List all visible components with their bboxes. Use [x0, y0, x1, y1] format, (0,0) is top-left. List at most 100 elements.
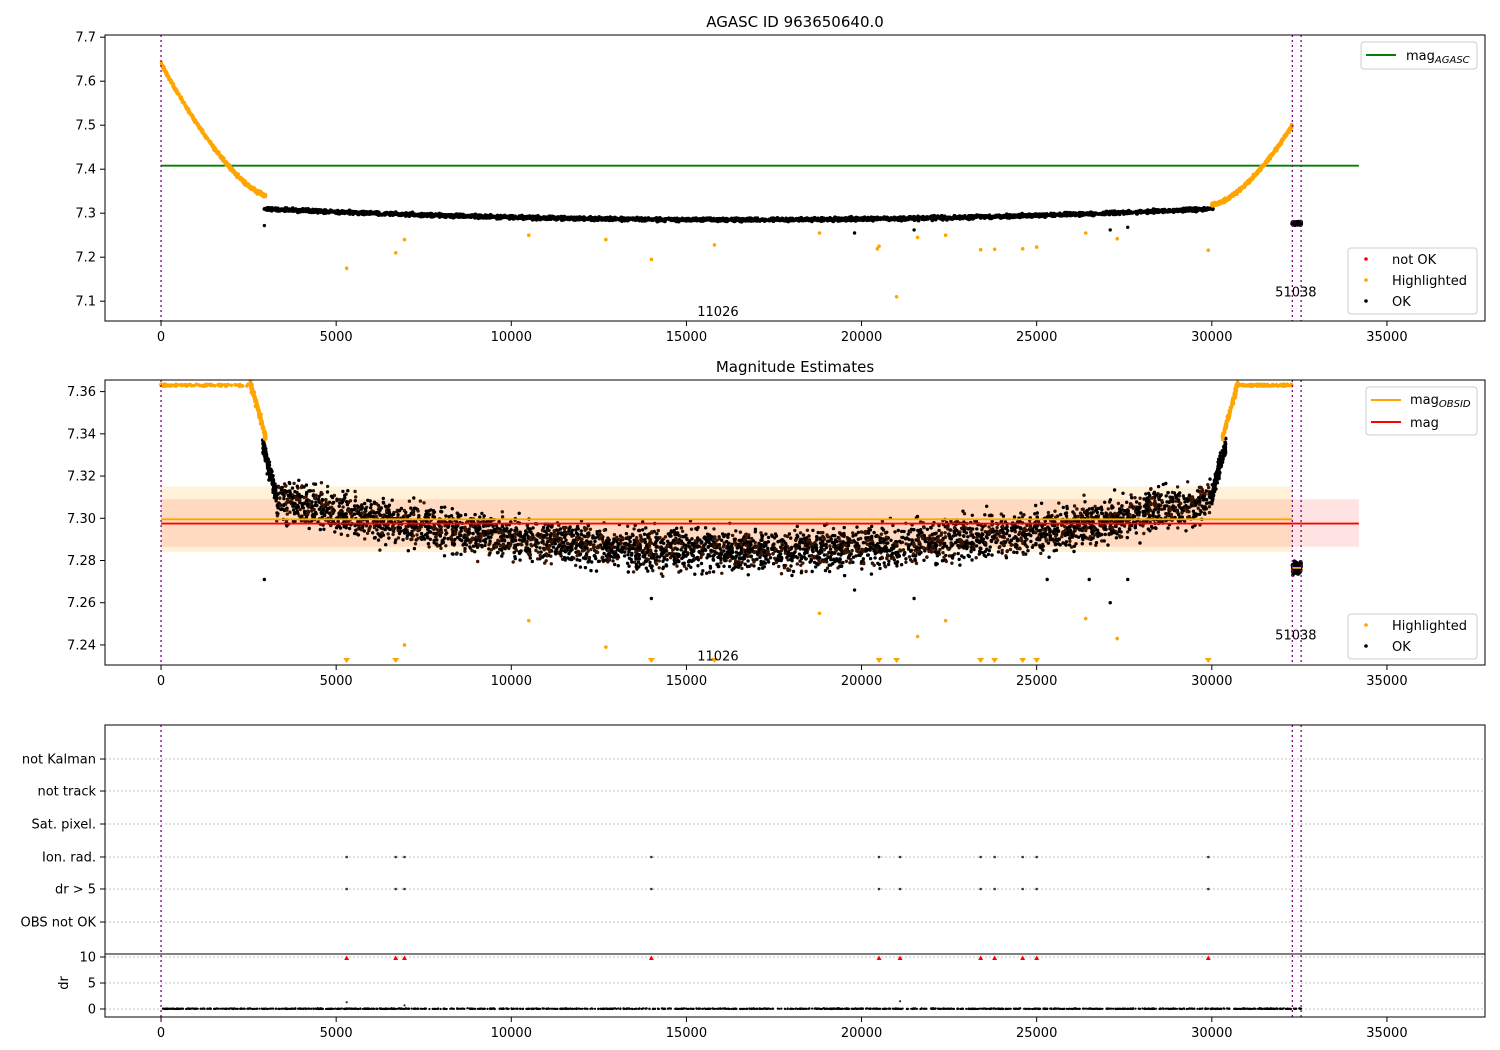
- ok-point: [1056, 213, 1061, 218]
- ok-point: [518, 216, 523, 221]
- ok-point: [495, 213, 500, 218]
- highlighted-outlier: [604, 237, 608, 242]
- ok-point: [370, 211, 375, 216]
- highlighted-outlier: [1083, 231, 1088, 235]
- ok-point: [464, 214, 469, 219]
- ok-point: [971, 215, 976, 220]
- ok-point: [316, 211, 320, 215]
- ok-point: [1061, 505, 1066, 510]
- ok-point: [831, 526, 836, 531]
- ok-point: [1031, 214, 1036, 219]
- ok-point: [630, 560, 634, 564]
- ok-point: [1019, 511, 1023, 515]
- ok-point: [657, 559, 661, 563]
- ok-point: [1072, 212, 1077, 217]
- magnitude-estimates-panel: Magnitude Estimates 0 5000 10000 15000 20000…: [67, 358, 1486, 689]
- ok-point: [476, 215, 481, 220]
- ok-point: [987, 214, 992, 218]
- ok-point: [267, 206, 271, 210]
- highlighted-point: [1225, 197, 1230, 201]
- highlighted-point: [186, 110, 191, 115]
- ok-point: [950, 556, 955, 560]
- x-tick-label: 10000: [491, 330, 532, 345]
- highlighted-point: [180, 98, 184, 102]
- ok-point: [612, 217, 616, 222]
- ok-point: [755, 218, 759, 223]
- highlighted-point: [255, 190, 259, 194]
- ok-point: [647, 217, 652, 221]
- ok-point: [960, 214, 965, 219]
- highlighted-point: [205, 136, 210, 140]
- ok-point: [661, 218, 665, 223]
- ok-point: [426, 542, 431, 546]
- ok-point: [925, 527, 930, 531]
- highlighted-outlier: [992, 247, 997, 252]
- ok-point: [1082, 212, 1087, 217]
- highlighted-point: [1249, 177, 1254, 182]
- highlighted-point: [1267, 157, 1272, 161]
- ok-point: [898, 216, 903, 221]
- agasc-obsid-label-11026: 11026: [697, 305, 738, 320]
- ok-point: [850, 548, 854, 553]
- ok-point: [1039, 551, 1043, 556]
- ok-point: [401, 212, 406, 217]
- highlighted-point: [184, 104, 188, 108]
- ok-point: [333, 530, 337, 534]
- ok-point: [425, 213, 430, 218]
- ok-point: [481, 216, 486, 220]
- ok-point: [406, 212, 411, 216]
- ok-point: [458, 214, 463, 218]
- ok-point: [693, 572, 697, 576]
- ok-point: [1112, 211, 1117, 216]
- ok-point: [967, 215, 971, 220]
- highlighted-outlier: [915, 235, 920, 240]
- ok-point: [723, 217, 728, 222]
- ok-point: [868, 556, 873, 561]
- x-tick-label: 15000: [666, 330, 707, 345]
- ok-point: [401, 538, 405, 542]
- ok-point: [1098, 211, 1102, 216]
- x-tick-label: 30000: [1191, 330, 1232, 345]
- y-tick-label: 7.6: [75, 75, 96, 90]
- ok-point: [705, 216, 709, 221]
- ok-point: [789, 564, 793, 568]
- ok-point: [500, 524, 505, 528]
- ok-point: [299, 207, 304, 212]
- ok-point: [455, 212, 459, 217]
- ok-point: [432, 213, 436, 218]
- ok-point: [727, 564, 732, 569]
- highlighted-point: [202, 133, 207, 137]
- legend-not-ok: not OK: [1392, 253, 1437, 268]
- agasc-legend-lines: magAGASC: [1360, 41, 1478, 70]
- agasc-panel-title: AGASC ID 963650640.0: [706, 13, 884, 31]
- ok-point: [1192, 208, 1197, 213]
- highlighted-point: [1213, 202, 1217, 206]
- ok-point: [632, 527, 636, 531]
- ok-point: [846, 217, 850, 222]
- highlighted-point: [1283, 133, 1287, 137]
- ok-point: [1170, 490, 1175, 495]
- ok-point: [798, 531, 803, 535]
- ok-point: [396, 212, 401, 216]
- ok-point: [985, 504, 989, 508]
- highlighted-point: [1270, 153, 1274, 158]
- ok-point: [777, 217, 782, 222]
- ok-point: [872, 216, 877, 220]
- ok-point: [1126, 211, 1130, 216]
- ok-point: [340, 211, 344, 215]
- ok-point: [957, 557, 961, 562]
- highlighted-point: [1217, 202, 1221, 206]
- ok-point: [698, 219, 703, 223]
- ok-point: [323, 210, 328, 215]
- ok-point: [796, 216, 801, 221]
- x-tick-label: 0: [157, 330, 165, 345]
- ok-point: [989, 513, 993, 517]
- ok-point: [615, 216, 620, 221]
- ok-point: [804, 569, 808, 574]
- ok-point: [926, 216, 931, 221]
- ok-point: [937, 528, 941, 533]
- ok-point: [344, 209, 349, 214]
- y-tick-label: 7.2: [75, 251, 96, 266]
- ok-point: [1198, 207, 1203, 211]
- ok-point: [675, 564, 679, 568]
